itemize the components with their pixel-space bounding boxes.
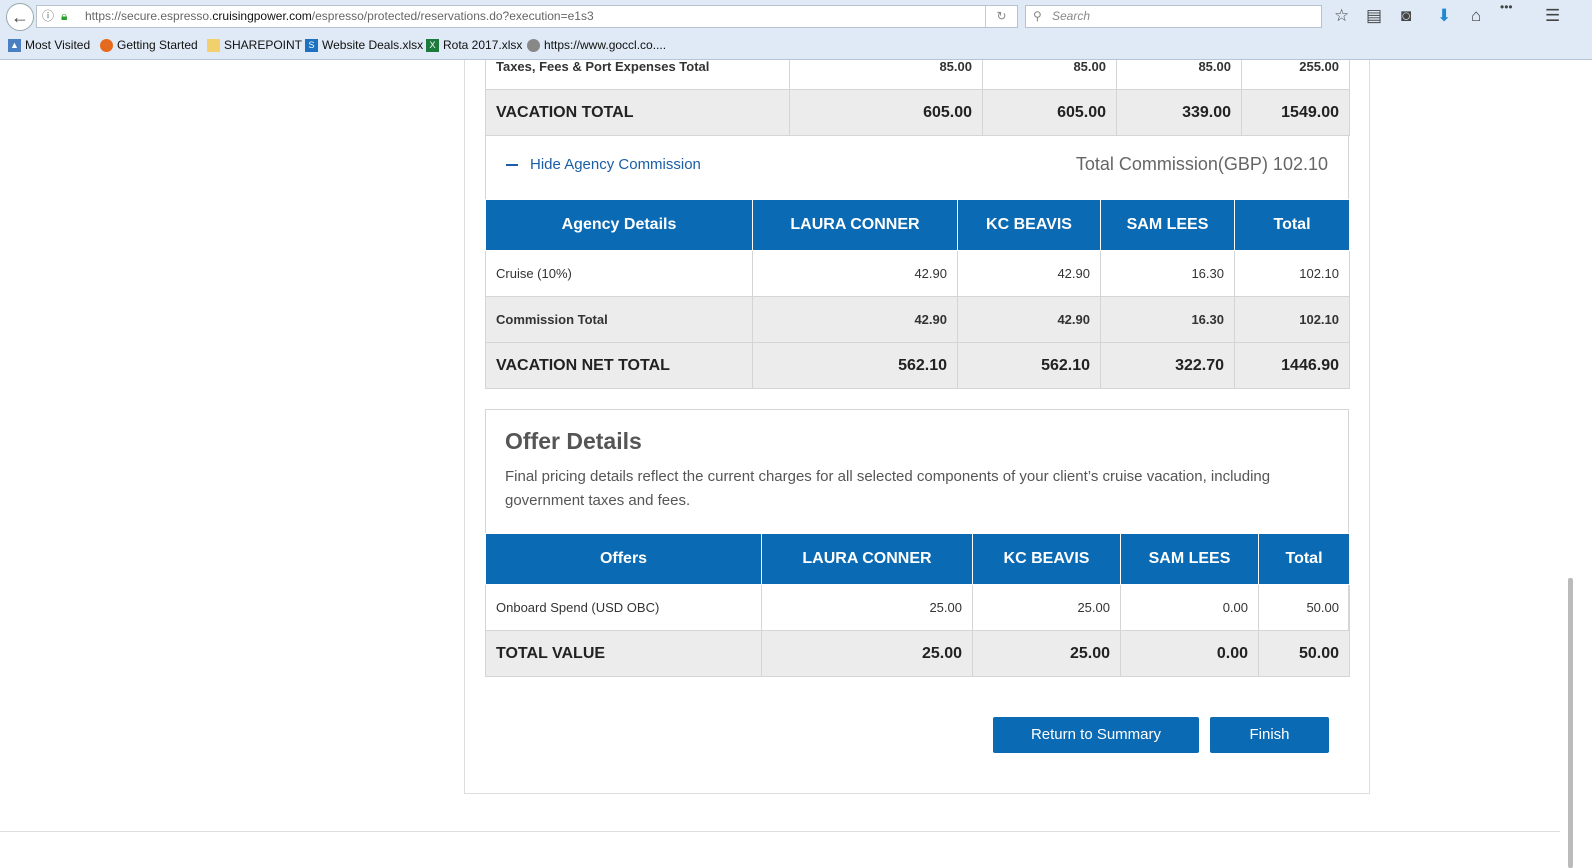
table-row: Commission Total 42.90 42.90 16.30 102.10 — [485, 296, 1350, 343]
hide-agency-commission-link[interactable]: Hide Agency Commission — [506, 156, 701, 173]
reading-list-icon[interactable]: ▤ — [1366, 6, 1382, 26]
column-header: KC BEAVIS — [972, 533, 1121, 585]
home-icon[interactable]: ⌂ — [1471, 6, 1481, 26]
table-cell: 42.90 — [752, 296, 958, 343]
table-cell: 339.00 — [1116, 89, 1242, 136]
info-icon[interactable]: ⓘ — [42, 6, 54, 27]
menu-icon[interactable]: ☰ — [1545, 6, 1560, 26]
table-row: Cruise (10%) 42.90 42.90 16.30 102.10 — [485, 250, 1350, 297]
label: https://www.goccl.co.... — [544, 38, 667, 52]
url-bar[interactable]: ⓘ 🔒︎ https://secure.espresso.cruisingpow… — [36, 5, 1018, 28]
overflow-icon[interactable]: ••• — [1500, 0, 1513, 14]
label: Hide Agency Commission — [530, 156, 701, 173]
table-cell: 25.00 — [972, 630, 1121, 677]
table-cell: 42.90 — [957, 250, 1101, 297]
search-placeholder: Search — [1052, 9, 1091, 23]
table-cell: Commission Total — [485, 296, 753, 343]
pocket-icon[interactable]: ◙ — [1401, 6, 1411, 26]
table-cell: VACATION NET TOTAL — [485, 342, 753, 389]
column-header: SAM LEES — [1120, 533, 1259, 585]
column-header: Total — [1258, 533, 1350, 585]
divider — [0, 831, 1560, 832]
download-icon[interactable]: ⬇ — [1437, 6, 1451, 26]
table-cell: 102.10 — [1234, 250, 1350, 297]
column-header: Agency Details — [485, 199, 753, 251]
table-cell: 50.00 — [1258, 584, 1350, 631]
column-header: SAM LEES — [1100, 199, 1235, 251]
table-cell: 42.90 — [752, 250, 958, 297]
url-domain: cruisingpower.com — [212, 9, 312, 23]
column-header: KC BEAVIS — [957, 199, 1101, 251]
column-header: Offers — [485, 533, 762, 585]
table-cell: Onboard Spend (USD OBC) — [485, 584, 762, 631]
offer-title: Offer Details — [505, 428, 642, 454]
search-input[interactable]: ⚲ Search — [1025, 5, 1322, 28]
total-commission: Total Commission(GBP) 102.10 — [1075, 154, 1328, 174]
browser-toolbar: ← ⓘ 🔒︎ https://secure.espresso.cruisingp… — [0, 0, 1592, 60]
table-cell: 25.00 — [761, 630, 973, 677]
bookmark-most-visited[interactable]: ▲ Most Visited — [8, 38, 90, 52]
commission-table: Agency Details LAURA CONNER KC BEAVIS SAM L… — [485, 199, 1350, 389]
column-header: Total — [1234, 199, 1350, 251]
table-cell: 42.90 — [957, 296, 1101, 343]
lock-icon: 🔒︎ — [61, 9, 68, 23]
table-cell: 1446.90 — [1234, 342, 1350, 389]
scrollbar-thumb[interactable] — [1568, 578, 1573, 868]
bookmark-sharepoint[interactable]: SHAREPOINT — [207, 38, 302, 52]
bookmark-star-icon[interactable]: ☆ — [1334, 6, 1349, 26]
bookmark-rota[interactable]: X Rota 2017.xlsx — [426, 38, 522, 52]
back-button[interactable]: ← — [6, 3, 34, 31]
table-cell: 16.30 — [1100, 250, 1235, 297]
commission-toggle-bar: Hide Agency Commission Total Commission(… — [485, 135, 1349, 199]
url-prefix: https://secure.espresso. — [85, 9, 213, 23]
table-cell: 605.00 — [789, 89, 983, 136]
table-cell: 562.10 — [752, 342, 958, 389]
label: Getting Started — [117, 38, 198, 52]
table-cell: TOTAL VALUE — [485, 630, 762, 677]
reload-icon[interactable]: ↻ — [985, 6, 1017, 27]
table-row: Onboard Spend (USD OBC) 25.00 25.00 0.00 50.… — [485, 584, 1350, 631]
table-cell: 605.00 — [982, 89, 1117, 136]
table-cell: 0.00 — [1120, 584, 1259, 631]
label: Most Visited — [25, 38, 91, 52]
table-cell: 25.00 — [972, 584, 1121, 631]
table-cell: 322.70 — [1100, 342, 1235, 389]
offers-table: Offers LAURA CONNER KC BEAVIS SAM LEES Total… — [485, 533, 1350, 677]
label: Website Deals.xlsx — [322, 38, 424, 52]
bookmark-website-deals[interactable]: S Website Deals.xlsx — [305, 38, 423, 52]
offer-description: Final pricing details reflect the curren… — [505, 468, 1271, 509]
total-value-row: TOTAL VALUE 25.00 25.00 0.00 50.00 — [485, 630, 1350, 677]
table-cell: 1549.00 — [1241, 89, 1350, 136]
table-cell: 102.10 — [1234, 296, 1350, 343]
table-cell: 562.10 — [957, 342, 1101, 389]
column-header: LAURA CONNER — [761, 533, 973, 585]
table-cell: 50.00 — [1258, 630, 1350, 677]
search-icon: ⚲ — [1033, 9, 1042, 23]
table-cell: Cruise (10%) — [485, 250, 753, 297]
bookmark-getting-started[interactable]: Getting Started — [100, 38, 198, 52]
table-cell: 25.00 — [761, 584, 973, 631]
url-path: /espresso/protected/reservations.do?exec… — [311, 9, 594, 23]
column-header: LAURA CONNER — [752, 199, 958, 251]
finish-button[interactable]: Finish — [1210, 717, 1329, 753]
table-cell: 0.00 — [1120, 630, 1259, 677]
table-cell: 16.30 — [1100, 296, 1235, 343]
table-cell: VACATION TOTAL — [485, 89, 790, 136]
label: Rota 2017.xlsx — [443, 38, 523, 52]
bookmark-goccl[interactable]: https://www.goccl.co.... — [527, 38, 666, 52]
minus-icon — [506, 164, 518, 167]
vacation-net-total-row: VACATION NET TOTAL 562.10 562.10 322.70 1446… — [485, 342, 1350, 389]
scrollbar[interactable] — [1562, 60, 1592, 868]
return-to-summary-button[interactable]: Return to Summary — [993, 717, 1199, 753]
label: SHAREPOINT — [224, 38, 303, 52]
vacation-total-row: VACATION TOTAL 605.00 605.00 339.00 1549.00 — [485, 89, 1350, 136]
